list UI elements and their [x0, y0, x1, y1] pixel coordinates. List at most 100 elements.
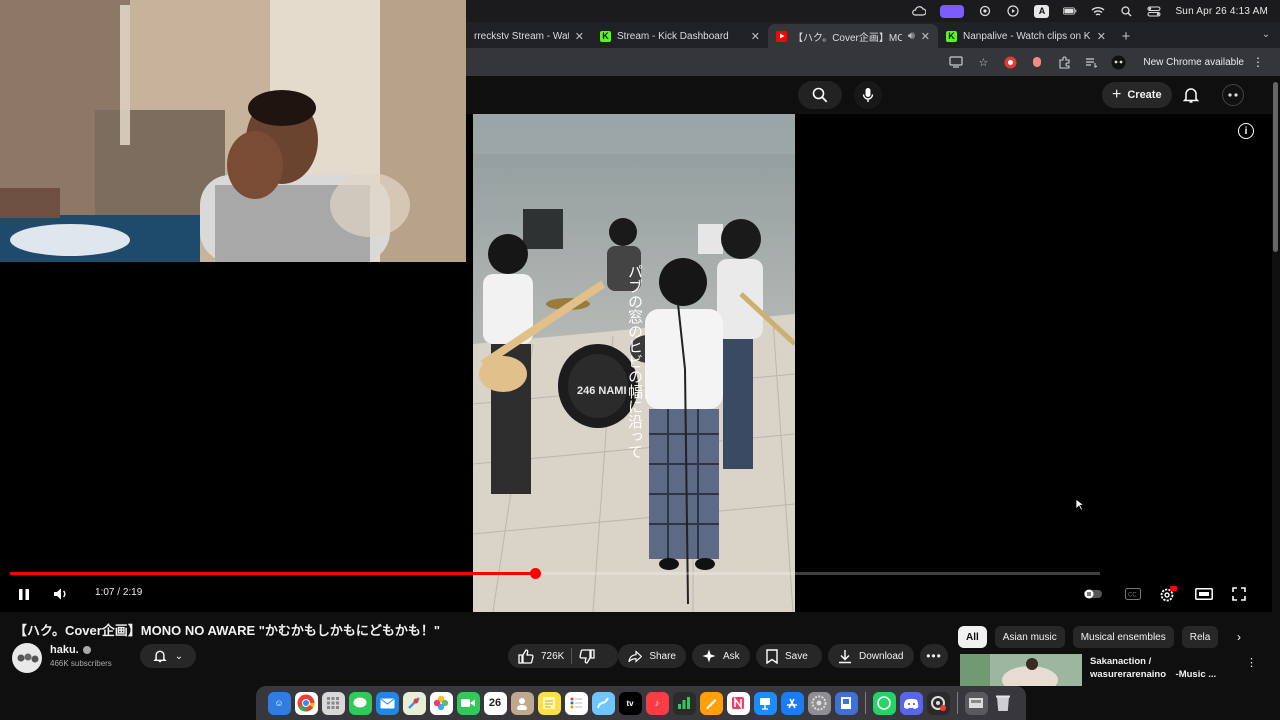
battery-icon[interactable] — [1063, 5, 1077, 17]
wifi-icon[interactable] — [1091, 5, 1105, 17]
lyric-overlay: パブの窓のヒビの幅に沿って — [626, 264, 644, 459]
control-center-icon[interactable] — [1147, 5, 1161, 17]
autoplay-toggle[interactable] — [1084, 585, 1102, 603]
photos-icon[interactable] — [429, 691, 453, 715]
channel-avatar[interactable] — [12, 643, 42, 673]
page-scrollbar[interactable] — [1272, 76, 1280, 686]
subscription-bell-button[interactable]: ⌄ — [140, 644, 196, 668]
contacts-icon[interactable] — [510, 691, 534, 715]
recommended-video-title[interactable]: Sakanaction / wasurerarenaino -Music ... — [1090, 655, 1230, 681]
downloads-stack-icon[interactable] — [964, 691, 988, 715]
chip-musical-ensembles[interactable]: Musical ensembles — [1072, 626, 1174, 648]
freeform-icon[interactable] — [591, 691, 615, 715]
bookmark-star-icon[interactable]: ☆ — [975, 54, 991, 70]
apple-tv-icon[interactable]: tv — [618, 691, 642, 715]
finder-icon[interactable]: ☺ — [267, 691, 291, 715]
save-button[interactable]: Save — [756, 644, 822, 668]
install-app-icon[interactable] — [948, 54, 964, 70]
numbers-icon[interactable] — [672, 691, 696, 715]
notes-icon[interactable] — [537, 691, 561, 715]
channel-name-link[interactable]: haku. — [50, 644, 91, 656]
voice-search-button[interactable] — [854, 81, 882, 109]
fullscreen-button[interactable] — [1230, 585, 1248, 603]
speaker-icon[interactable]: 🔊︎ — [908, 30, 915, 43]
discord-icon[interactable] — [899, 691, 923, 715]
music-icon[interactable]: ♪ — [645, 691, 669, 715]
close-icon[interactable]: ✕ — [751, 30, 760, 43]
tab-kick-dashboard[interactable]: K Stream - Kick Dashboard ✕ — [592, 24, 768, 48]
current-time: 1:07 — [95, 587, 115, 598]
news-icon[interactable] — [726, 691, 750, 715]
chip-related[interactable]: Rela — [1181, 626, 1219, 648]
more-vert-icon[interactable]: ⋮ — [1246, 656, 1257, 670]
spotlight-search-icon[interactable] — [1119, 5, 1133, 17]
tab-nanpalive[interactable]: K Nanpalive - Watch clips on Ki ✕ — [938, 24, 1114, 48]
like-button[interactable] — [518, 648, 534, 664]
download-button[interactable]: Download — [828, 644, 914, 668]
cloud-sync-icon[interactable] — [912, 5, 927, 17]
mail-icon[interactable] — [375, 691, 399, 715]
more-vert-icon[interactable]: ⋮ — [1252, 55, 1264, 69]
captions-button[interactable]: CC — [1124, 585, 1142, 603]
chip-asian-music[interactable]: Asian music — [994, 626, 1065, 648]
media-queue-icon[interactable] — [1083, 54, 1099, 70]
chip-all[interactable]: All — [958, 626, 987, 648]
extension-record-icon[interactable] — [1002, 54, 1018, 70]
screen-mirror-icon[interactable] — [940, 4, 965, 18]
new-chrome-available-button[interactable]: New Chrome available ⋮ — [1137, 52, 1270, 72]
close-icon[interactable]: ✕ — [575, 30, 584, 43]
search-button[interactable] — [798, 81, 842, 109]
tab-title: Nanpalive - Watch clips on Ki — [963, 30, 1091, 42]
download-icon — [839, 649, 851, 663]
whatsapp-icon[interactable] — [872, 691, 896, 715]
more-horiz-icon: ••• — [926, 649, 942, 663]
time-display: 1:07 / 2:19 — [95, 587, 142, 598]
theater-mode-button[interactable] — [1194, 585, 1214, 603]
scrollbar-thumb[interactable] — [1273, 82, 1278, 252]
progress-bar[interactable] — [10, 568, 1100, 579]
calendar-icon[interactable]: 26 — [483, 691, 507, 715]
chrome-icon[interactable] — [294, 691, 318, 715]
recommended-video-thumbnail[interactable] — [960, 654, 1082, 686]
more-actions-button[interactable]: ••• — [920, 644, 948, 668]
extensions-puzzle-icon[interactable] — [1056, 54, 1072, 70]
keynote-icon[interactable] — [753, 691, 777, 715]
preview-icon[interactable] — [834, 691, 858, 715]
mute-button[interactable] — [52, 585, 70, 603]
extension-dot-icon[interactable] — [1029, 54, 1045, 70]
create-button[interactable]: + Create — [1102, 82, 1172, 108]
ask-button[interactable]: Ask — [692, 644, 750, 668]
pages-icon[interactable] — [699, 691, 723, 715]
maps-icon[interactable] — [402, 691, 426, 715]
facetime-icon[interactable] — [456, 691, 480, 715]
obs-icon[interactable] — [926, 691, 950, 715]
notifications-bell-icon[interactable] — [1182, 86, 1200, 104]
chevron-right-icon[interactable]: › — [1232, 630, 1246, 644]
share-button[interactable]: Share — [618, 644, 686, 668]
pause-button[interactable] — [16, 585, 32, 603]
volume-icon — [54, 588, 66, 600]
keyboard-input-icon[interactable]: A — [1034, 4, 1050, 18]
new-tab-button[interactable]: + — [1114, 24, 1138, 48]
account-avatar[interactable] — [1222, 84, 1244, 106]
system-settings-icon[interactable] — [807, 691, 831, 715]
menubar-clock[interactable]: Sun Apr 26 4:13 AM — [1175, 6, 1268, 17]
settings-button[interactable] — [1158, 585, 1178, 603]
close-icon[interactable]: ✕ — [1097, 30, 1106, 43]
reminders-icon[interactable] — [564, 691, 588, 715]
close-icon[interactable]: ✕ — [921, 30, 930, 43]
tab-search-chevron-icon[interactable]: ⌄ — [1258, 27, 1274, 41]
info-icon[interactable]: i — [1238, 123, 1254, 139]
messages-icon[interactable] — [348, 691, 372, 715]
tab-youtube-video[interactable]: 【ハク。Cover企画】MONO 🔊︎ ✕ — [768, 24, 938, 48]
video-frame[interactable]: 246 NAMI パブの窓のヒビの幅に沿って — [473, 114, 795, 612]
profile-avatar-icon[interactable] — [1110, 54, 1126, 70]
launchpad-icon[interactable] — [321, 691, 345, 715]
tab-rreckstv-stream[interactable]: rreckstv Stream - Watch ✕ — [466, 24, 592, 48]
player-controls: 1:07 / 2:19 CC — [0, 582, 1272, 606]
app-store-icon[interactable] — [780, 691, 804, 715]
play-circle-icon[interactable] — [1006, 5, 1020, 17]
dislike-button[interactable] — [579, 648, 596, 664]
chatgpt-icon[interactable] — [978, 5, 992, 17]
trash-icon[interactable] — [992, 692, 1015, 715]
